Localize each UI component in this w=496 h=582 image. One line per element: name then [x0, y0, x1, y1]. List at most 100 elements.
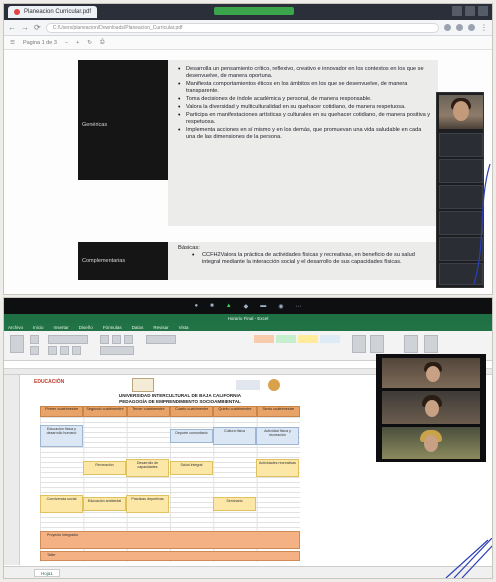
participants-icon[interactable]: ◆: [244, 303, 249, 310]
pen-mark: [445, 538, 492, 578]
participant-video[interactable]: [382, 358, 480, 388]
participant-face: [425, 400, 439, 417]
sheet-tab[interactable]: Hoja1: [34, 569, 60, 577]
rotate-icon[interactable]: ↻: [87, 40, 92, 46]
spreadsheet-screenshot: ● ■ ▲ ◆ ▬ ◉ ⋯ Horario Final - Excel Arch…: [4, 298, 492, 578]
worksheet-grid[interactable]: EDUCACIÓN UNIVERSIDAD INTERCULTURAL DE B…: [20, 375, 372, 565]
video-call-panel-right: [376, 354, 486, 462]
schedule-cell[interactable]: Prácticas deportivas: [126, 495, 169, 513]
schedule-cell[interactable]: Taller: [40, 551, 300, 561]
cell-style-swatch[interactable]: [298, 335, 318, 343]
basic-competence: Básicas: CCFH2Valora la práctica de acti…: [168, 242, 438, 280]
institution-logo: [236, 380, 260, 390]
generic-label-box: Genéricas: [78, 60, 168, 180]
more-icon[interactable]: ⋯: [296, 303, 302, 310]
profile-icon[interactable]: [468, 24, 475, 31]
schedule-cell[interactable]: Recreación: [83, 461, 126, 475]
schedule-cell[interactable]: Actividad física y recreación: [256, 427, 299, 445]
chat-icon[interactable]: ▬: [260, 303, 266, 309]
cell-style-swatch[interactable]: [254, 335, 274, 343]
minimize-icon[interactable]: [452, 6, 462, 16]
sort-filter-icon[interactable]: [404, 335, 418, 353]
menu-item[interactable]: Inicio: [33, 325, 44, 330]
schedule-cell[interactable]: Convivencia social: [40, 495, 83, 513]
menu-item[interactable]: Vista: [179, 325, 189, 330]
participant-video: [439, 95, 483, 129]
sidebar-toggle-icon[interactable]: ☰: [10, 40, 15, 46]
column-header-cell[interactable]: Sexto cuatrimestre: [256, 406, 300, 417]
menu-item[interactable]: Insertar: [54, 325, 69, 330]
schedule-cell[interactable]: Salud integral: [170, 461, 213, 475]
sheet-heading: UNIVERSIDAD INTERCULTURAL DE BAJA CALIFO…: [118, 393, 242, 398]
underline-icon[interactable]: [72, 346, 81, 355]
paste-icon[interactable]: [10, 335, 24, 353]
find-select-icon[interactable]: [424, 335, 438, 353]
extension-icon[interactable]: [456, 24, 463, 31]
column-header-cell[interactable]: Cuarto cuatrimestre: [169, 406, 214, 417]
cut-icon[interactable]: [30, 335, 39, 344]
insert-cells-icon[interactable]: [352, 335, 366, 353]
cell-style-swatch[interactable]: [276, 335, 296, 343]
cell-style-swatch[interactable]: [320, 335, 340, 343]
zoom-in-icon[interactable]: +: [76, 40, 79, 46]
list-item: Participa en manifestaciones artísticas …: [178, 112, 432, 126]
participant-video[interactable]: [382, 427, 480, 459]
menu-icon[interactable]: ⋮: [480, 23, 488, 32]
column-header-cell[interactable]: Primer cuatrimestre: [40, 406, 84, 417]
excel-title-bar: Horario Final - Excel: [4, 314, 492, 323]
print-icon[interactable]: ⎙: [100, 39, 104, 46]
pdf-page: Genéricas Desarrolla un pensamiento crít…: [4, 50, 492, 294]
column-header-cell[interactable]: Tercer cuatrimestre: [126, 406, 170, 417]
camera-icon[interactable]: ■: [210, 303, 214, 309]
pdf-toolbar: ☰ Pagina 1 de 3 − + ↻ ⎙: [4, 36, 492, 50]
menu-item[interactable]: Diseño: [79, 325, 93, 330]
merge-center-button[interactable]: [100, 346, 134, 355]
participant-face: [426, 366, 440, 382]
schedule-cell[interactable]: Desarrollo de capacidades: [126, 459, 169, 477]
zoom-out-icon[interactable]: −: [65, 40, 68, 46]
font-select[interactable]: [48, 335, 88, 344]
participant-video[interactable]: [382, 391, 480, 424]
schedule-cell[interactable]: Seminario: [213, 497, 256, 511]
list-item: Implementa acciones en sí mismo y en los…: [178, 127, 432, 141]
extension-icon[interactable]: [444, 24, 451, 31]
back-icon[interactable]: ←: [8, 23, 16, 32]
generic-competences-list: Desarrolla un pensamiento crítico, refle…: [168, 60, 438, 226]
schedule-cell[interactable]: Educación ambiental: [83, 497, 126, 511]
bold-icon[interactable]: [48, 346, 57, 355]
participant-face: [453, 101, 469, 121]
schedule-cell[interactable]: Actividades recreativas: [256, 459, 299, 477]
column-header-cell[interactable]: Quinto cuatrimestre: [213, 406, 257, 417]
reload-icon[interactable]: ⟳: [34, 23, 41, 32]
schedule-cell[interactable]: Educación física y desarrollo humano: [40, 425, 83, 447]
mic-icon[interactable]: ●: [194, 303, 198, 309]
browser-tab[interactable]: Planeacion Curricular.pdf: [8, 6, 98, 18]
menu-item[interactable]: Archivo: [8, 325, 23, 330]
menu-item[interactable]: Datos: [132, 325, 144, 330]
page-indicator: Pagina 1 de 3: [22, 39, 57, 46]
copy-icon[interactable]: [30, 346, 39, 355]
seal-logo: [268, 379, 280, 391]
basic-item: CCFH2Valora la práctica de actividades f…: [178, 252, 432, 266]
schedule-cell[interactable]: Deporte comunitario: [170, 429, 213, 443]
number-format-select[interactable]: [146, 335, 176, 344]
align-center-icon[interactable]: [112, 335, 121, 344]
column-header-cell[interactable]: Segundo cuatrimestre: [83, 406, 127, 417]
maximize-icon[interactable]: [465, 6, 475, 16]
italic-icon[interactable]: [60, 346, 69, 355]
schedule-cell[interactable]: Cultura física: [213, 427, 256, 445]
sharing-indicator: [214, 7, 294, 15]
share-icon[interactable]: ▲: [226, 303, 232, 309]
url-field[interactable]: C:/Users/planeacion/Downloads/Planeacion…: [45, 22, 439, 33]
align-right-icon[interactable]: [124, 335, 133, 344]
list-item: Valora la diversidad y multiculturalidad…: [178, 104, 432, 113]
align-left-icon[interactable]: [100, 335, 109, 344]
menu-item[interactable]: Fórmulas: [103, 325, 122, 330]
delete-cells-icon[interactable]: [370, 335, 384, 353]
participant-tile[interactable]: [439, 133, 483, 157]
schedule-cell[interactable]: Proyecto integrador: [40, 531, 300, 549]
forward-icon[interactable]: →: [21, 23, 29, 32]
close-icon[interactable]: [478, 6, 488, 16]
record-icon[interactable]: ◉: [278, 303, 283, 310]
menu-item[interactable]: Revisar: [153, 325, 168, 330]
